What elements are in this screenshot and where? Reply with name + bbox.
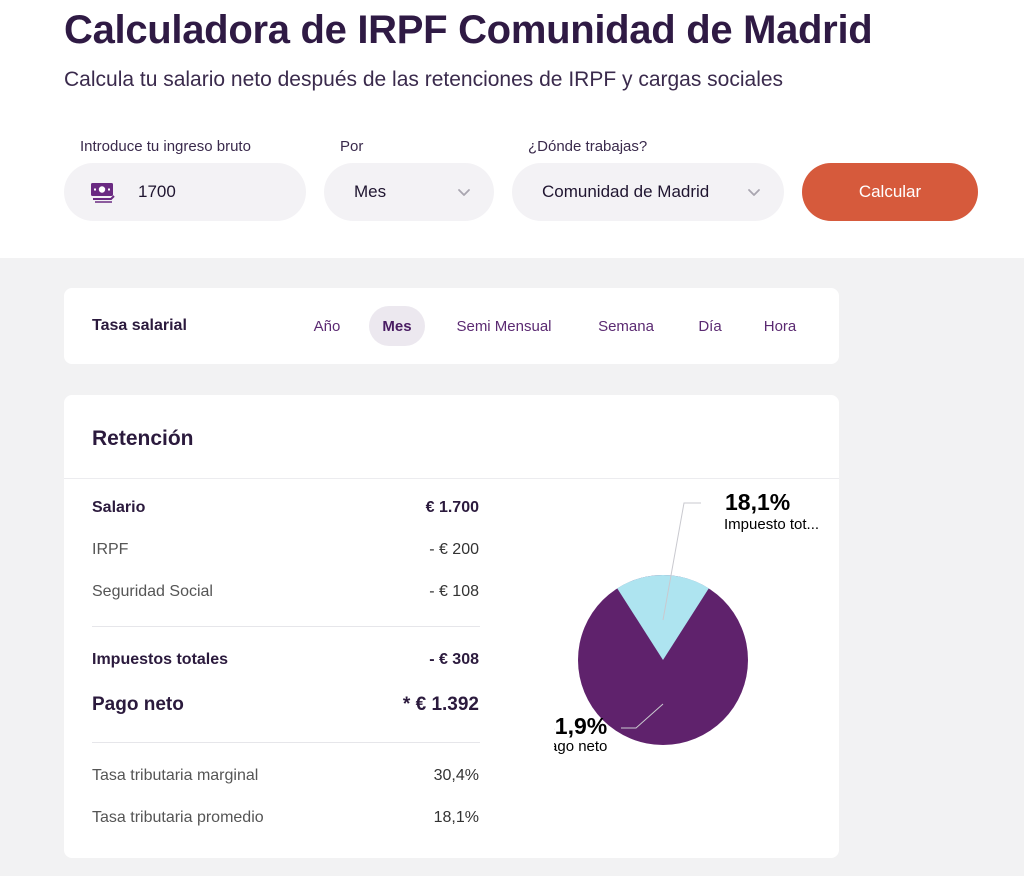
period-select[interactable]: Mes: [324, 163, 494, 221]
period-label: Por: [340, 138, 364, 155]
pie-label-net-name: Pago neto: [554, 738, 607, 755]
divider: [64, 478, 839, 479]
region-select-value: Comunidad de Madrid: [542, 182, 710, 201]
calculator-header: Calculadora de IRPF Comunidad de Madrid …: [0, 0, 1024, 258]
tab-mes[interactable]: Mes: [369, 306, 425, 346]
retention-card: Retención Salario € 1.700 IRPF - € 200 S…: [64, 395, 839, 858]
tab-semana[interactable]: Semana: [582, 306, 670, 346]
pie-label-tax-percent: 18,1%: [725, 490, 790, 515]
tab-semi-mensual[interactable]: Semi Mensual: [444, 306, 564, 346]
page-subtitle: Calcula tu salario neto después de las r…: [64, 68, 784, 91]
total-taxes-label: Impuestos totales: [92, 651, 229, 668]
social-security-value: - € 108: [429, 583, 479, 600]
pie-label-tax-name: Impuesto tot...: [724, 516, 819, 533]
money-icon: [91, 183, 115, 203]
marginal-rate-value: 30,4%: [433, 767, 479, 784]
retention-title: Retención: [92, 427, 194, 450]
income-label: Introduce tu ingreso bruto: [80, 138, 251, 155]
divider: [92, 626, 480, 627]
irpf-label: IRPF: [92, 541, 129, 558]
page-title: Calculadora de IRPF Comunidad de Madrid: [64, 8, 873, 52]
calculate-button[interactable]: Calcular: [802, 163, 978, 221]
tax-pie-chart: 18,1% Impuesto tot... 81,9% Pago neto: [554, 490, 819, 755]
tab-hora[interactable]: Hora: [750, 306, 810, 346]
rate-label: Tasa salarial: [92, 317, 187, 334]
irpf-value: - € 200: [429, 541, 479, 558]
net-pay-label: Pago neto: [92, 694, 184, 715]
rate-selector-card: Tasa salarial Año Mes Semi Mensual Seman…: [64, 288, 839, 364]
region-select[interactable]: Comunidad de Madrid: [512, 163, 784, 221]
net-pay-value: * € 1.392: [402, 694, 479, 715]
social-security-label: Seguridad Social: [92, 583, 213, 600]
income-input[interactable]: 1700: [138, 182, 176, 202]
salary-label: Salario: [92, 499, 146, 516]
tab-ano[interactable]: Año: [300, 306, 354, 346]
total-taxes-value: - € 308: [429, 651, 479, 668]
divider: [92, 742, 480, 743]
results-section: Tasa salarial Año Mes Semi Mensual Seman…: [0, 258, 1024, 876]
tab-dia[interactable]: Día: [686, 306, 734, 346]
average-rate-value: 18,1%: [433, 809, 479, 826]
income-field[interactable]: 1700: [64, 163, 306, 221]
pie-label-net-percent: 81,9%: [554, 713, 607, 739]
region-label: ¿Dónde trabajas?: [528, 138, 648, 155]
chevron-down-icon: [748, 189, 760, 196]
average-rate-label: Tasa tributaria promedio: [92, 809, 264, 826]
salary-value: € 1.700: [425, 499, 479, 516]
marginal-rate-label: Tasa tributaria marginal: [92, 767, 259, 784]
period-select-value: Mes: [354, 182, 387, 201]
chevron-down-icon: [458, 189, 470, 196]
